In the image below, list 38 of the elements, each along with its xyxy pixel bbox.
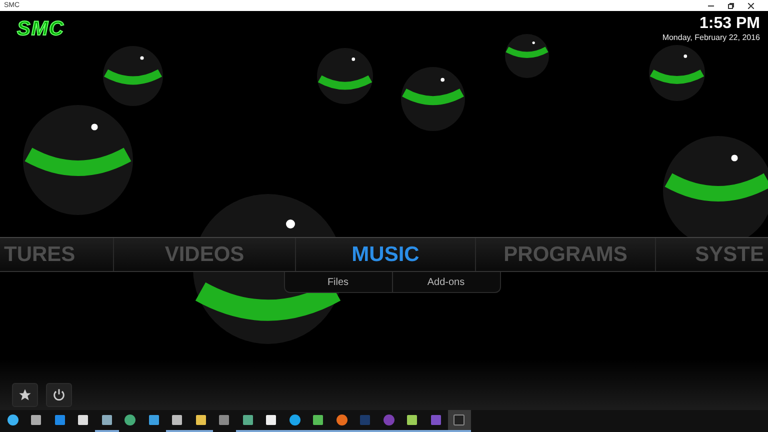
- app-icon: [30, 414, 42, 426]
- power-button[interactable]: [46, 383, 72, 407]
- taskbar-app-button[interactable]: [448, 410, 471, 432]
- app-icon: [382, 414, 395, 426]
- app-icon: [336, 414, 348, 426]
- restore-icon[interactable]: [728, 2, 734, 8]
- app-icon: [242, 414, 254, 426]
- main-menu-item[interactable]: MUSIC: [352, 242, 420, 266]
- app-icon: [453, 414, 466, 426]
- app-icon: [77, 414, 90, 426]
- power-icon: [52, 388, 66, 402]
- submenu-item[interactable]: Add-ons: [427, 276, 465, 288]
- app-icon: [265, 414, 278, 426]
- app-icon: [194, 414, 207, 426]
- app-icon: [312, 414, 324, 426]
- main-menu-item[interactable]: TURES: [4, 242, 76, 266]
- app-icon: [171, 414, 184, 426]
- app-icon: [124, 414, 136, 426]
- main-menu-item[interactable]: VIDEOS: [164, 242, 244, 266]
- main-menu-item[interactable]: PROGRAMS: [504, 242, 628, 266]
- favourites-button[interactable]: [12, 383, 38, 407]
- main-menu-item[interactable]: SYSTE: [695, 242, 764, 266]
- star-icon: [18, 388, 32, 402]
- app-icon: [218, 414, 230, 426]
- app-icon: [430, 414, 442, 426]
- clock-time: 1:53 PM: [700, 15, 760, 33]
- smc-logo: SMC: [17, 18, 64, 41]
- clock-date: Monday, February 22, 2016: [662, 33, 760, 42]
- app-icon: [100, 414, 113, 426]
- app-icon: [6, 414, 19, 426]
- app-icon: [288, 414, 301, 426]
- submenu-item[interactable]: Files: [327, 276, 349, 288]
- close-icon[interactable]: [748, 2, 754, 8]
- app-icon: [54, 414, 66, 426]
- app-icon: [148, 414, 160, 426]
- minimize-icon[interactable]: [708, 2, 714, 8]
- app-icon: [359, 414, 372, 426]
- app-icon: [406, 414, 418, 426]
